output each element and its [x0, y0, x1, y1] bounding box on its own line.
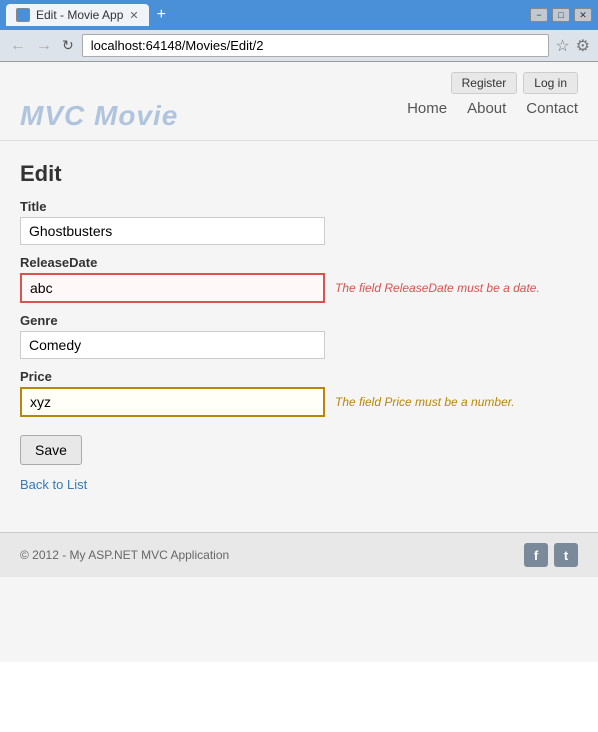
price-field-group: Price The field Price must be a number. [20, 369, 578, 417]
twitter-icon[interactable]: t [554, 543, 578, 567]
title-field-group: Title [20, 199, 578, 245]
refresh-button[interactable]: ↻ [60, 37, 76, 54]
release-date-error: The field ReleaseDate must be a date. [335, 281, 540, 295]
page-heading: Edit [20, 161, 578, 187]
tab-title: Edit - Movie App [36, 8, 123, 22]
title-bar: Edit - Movie App ✕ + − □ ✕ [0, 0, 598, 30]
close-button[interactable]: ✕ [574, 8, 592, 22]
tab-favicon [16, 8, 30, 22]
back-button[interactable]: ← [8, 37, 28, 55]
facebook-icon[interactable]: f [524, 543, 548, 567]
header-inner: MVC Movie Home About Contact [20, 100, 578, 140]
login-button[interactable]: Log in [523, 72, 578, 94]
title-input[interactable] [20, 217, 325, 245]
release-date-input[interactable] [20, 273, 325, 303]
genre-field-group: Genre [20, 313, 578, 359]
page-content: Register Log in MVC Movie Home About Con… [0, 62, 598, 662]
nav-contact[interactable]: Contact [526, 100, 578, 117]
release-date-row: The field ReleaseDate must be a date. [20, 273, 578, 303]
tab-close-icon[interactable]: ✕ [129, 9, 138, 22]
price-row: The field Price must be a number. [20, 387, 578, 417]
window-controls: − □ ✕ [530, 8, 592, 22]
release-date-label: ReleaseDate [20, 255, 578, 270]
nav-home[interactable]: Home [407, 100, 447, 117]
title-label: Title [20, 199, 578, 214]
register-button[interactable]: Register [451, 72, 518, 94]
price-label: Price [20, 369, 578, 384]
genre-input[interactable] [20, 331, 325, 359]
browser-chrome: Edit - Movie App ✕ + − □ ✕ ← → ↻ ☆ ⚙ [0, 0, 598, 62]
main-nav: Home About Contact [178, 100, 578, 127]
site-footer: © 2012 - My ASP.NET MVC Application f t [0, 532, 598, 577]
new-tab-button[interactable]: + [153, 6, 170, 24]
site-header: Register Log in MVC Movie Home About Con… [0, 62, 598, 141]
footer-text: © 2012 - My ASP.NET MVC Application [20, 548, 229, 562]
minimize-button[interactable]: − [530, 8, 548, 22]
maximize-button[interactable]: □ [552, 8, 570, 22]
genre-label: Genre [20, 313, 578, 328]
release-date-field-group: ReleaseDate The field ReleaseDate must b… [20, 255, 578, 303]
forward-button[interactable]: → [34, 37, 54, 55]
nav-about[interactable]: About [467, 100, 506, 117]
title-bar-left: Edit - Movie App ✕ + [6, 4, 170, 26]
main-content: Edit Title ReleaseDate The field Release… [0, 141, 598, 512]
header-top: Register Log in [20, 72, 578, 100]
price-error: The field Price must be a number. [335, 395, 515, 409]
price-input[interactable] [20, 387, 325, 417]
address-bar-input[interactable] [82, 34, 550, 57]
bookmark-star-button[interactable]: ☆ [555, 36, 569, 56]
save-button[interactable]: Save [20, 435, 82, 465]
settings-wrench-button[interactable]: ⚙ [576, 36, 590, 56]
back-to-list-link[interactable]: Back to List [20, 477, 87, 492]
address-bar-row: ← → ↻ ☆ ⚙ [0, 30, 598, 61]
browser-tab[interactable]: Edit - Movie App ✕ [6, 4, 149, 26]
site-title: MVC Movie [20, 100, 178, 140]
social-icons: f t [524, 543, 578, 567]
